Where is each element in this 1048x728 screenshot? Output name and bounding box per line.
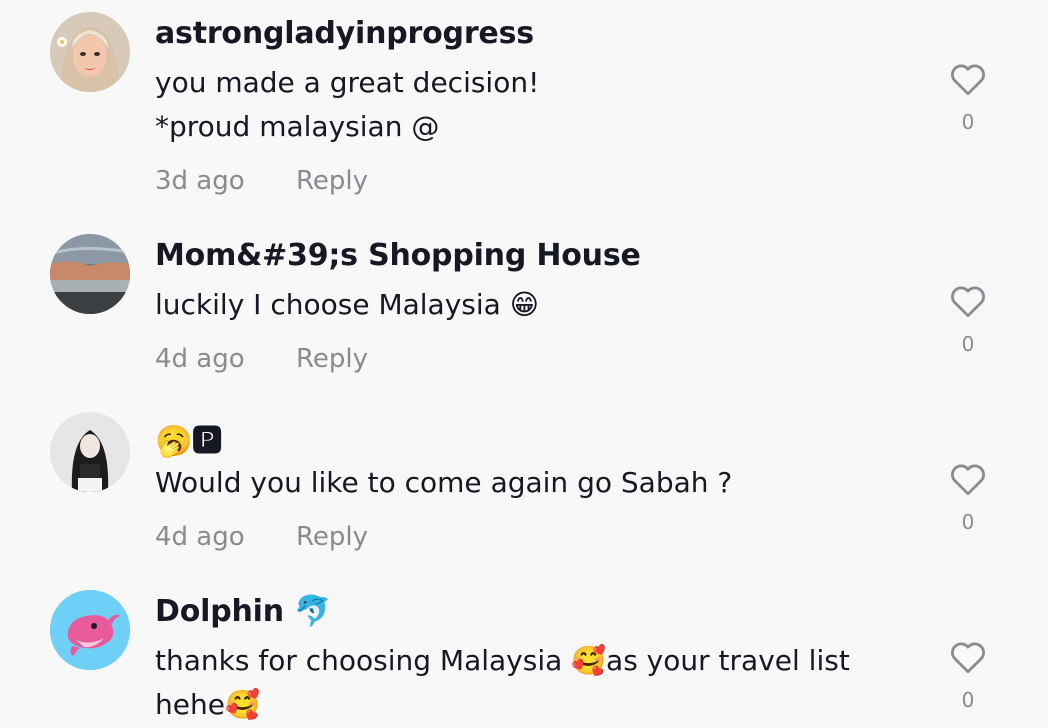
reply-button[interactable]: Reply (296, 344, 368, 374)
reply-button[interactable]: Reply (296, 166, 368, 196)
comment-text: Would you like to come again go Sabah ? (155, 466, 733, 499)
profile-photo-sunset-icon (50, 234, 130, 314)
like-button[interactable]: 0 (948, 640, 988, 712)
like-button[interactable]: 0 (948, 284, 988, 356)
like-count: 0 (961, 332, 975, 356)
comment-text: thanks for choosing Malaysia 🥰as your tr… (155, 644, 850, 677)
like-count: 0 (961, 688, 975, 712)
comment-text: luckily I choose Malaysia 😁 (155, 288, 539, 321)
heart-icon (951, 64, 985, 96)
like-button[interactable]: 0 (948, 462, 988, 534)
comment-timestamp: 4d ago (155, 522, 245, 552)
comment-username[interactable]: Mom&#39;s Shopping House (155, 238, 641, 273)
like-button[interactable]: 0 (948, 62, 988, 134)
comment-username[interactable]: Dolphin 🐬 (155, 594, 331, 629)
comment-text: hehe🥰 (155, 688, 260, 721)
avatar[interactable] (50, 12, 130, 92)
profile-photo-girl-icon (50, 412, 130, 492)
like-count: 0 (961, 510, 975, 534)
comment-timestamp: 3d ago (155, 166, 245, 196)
heart-icon (951, 464, 985, 496)
avatar[interactable] (50, 234, 130, 314)
avatar[interactable] (50, 590, 130, 670)
profile-photo-woman-icon (50, 12, 130, 92)
comment-text: *proud malaysian @ (155, 110, 440, 143)
avatar[interactable] (50, 412, 130, 492)
comment-username[interactable]: astrongladyinprogress (155, 16, 534, 51)
comment-timestamp: 4d ago (155, 344, 245, 374)
reply-button[interactable]: Reply (296, 522, 368, 552)
comment-username[interactable]: 🥱🅿 (155, 416, 222, 460)
heart-icon (951, 642, 985, 674)
like-count: 0 (961, 110, 975, 134)
dolphin-avatar-icon (50, 590, 130, 670)
comment-text: you made a great decision! (155, 66, 540, 99)
heart-icon (951, 286, 985, 318)
